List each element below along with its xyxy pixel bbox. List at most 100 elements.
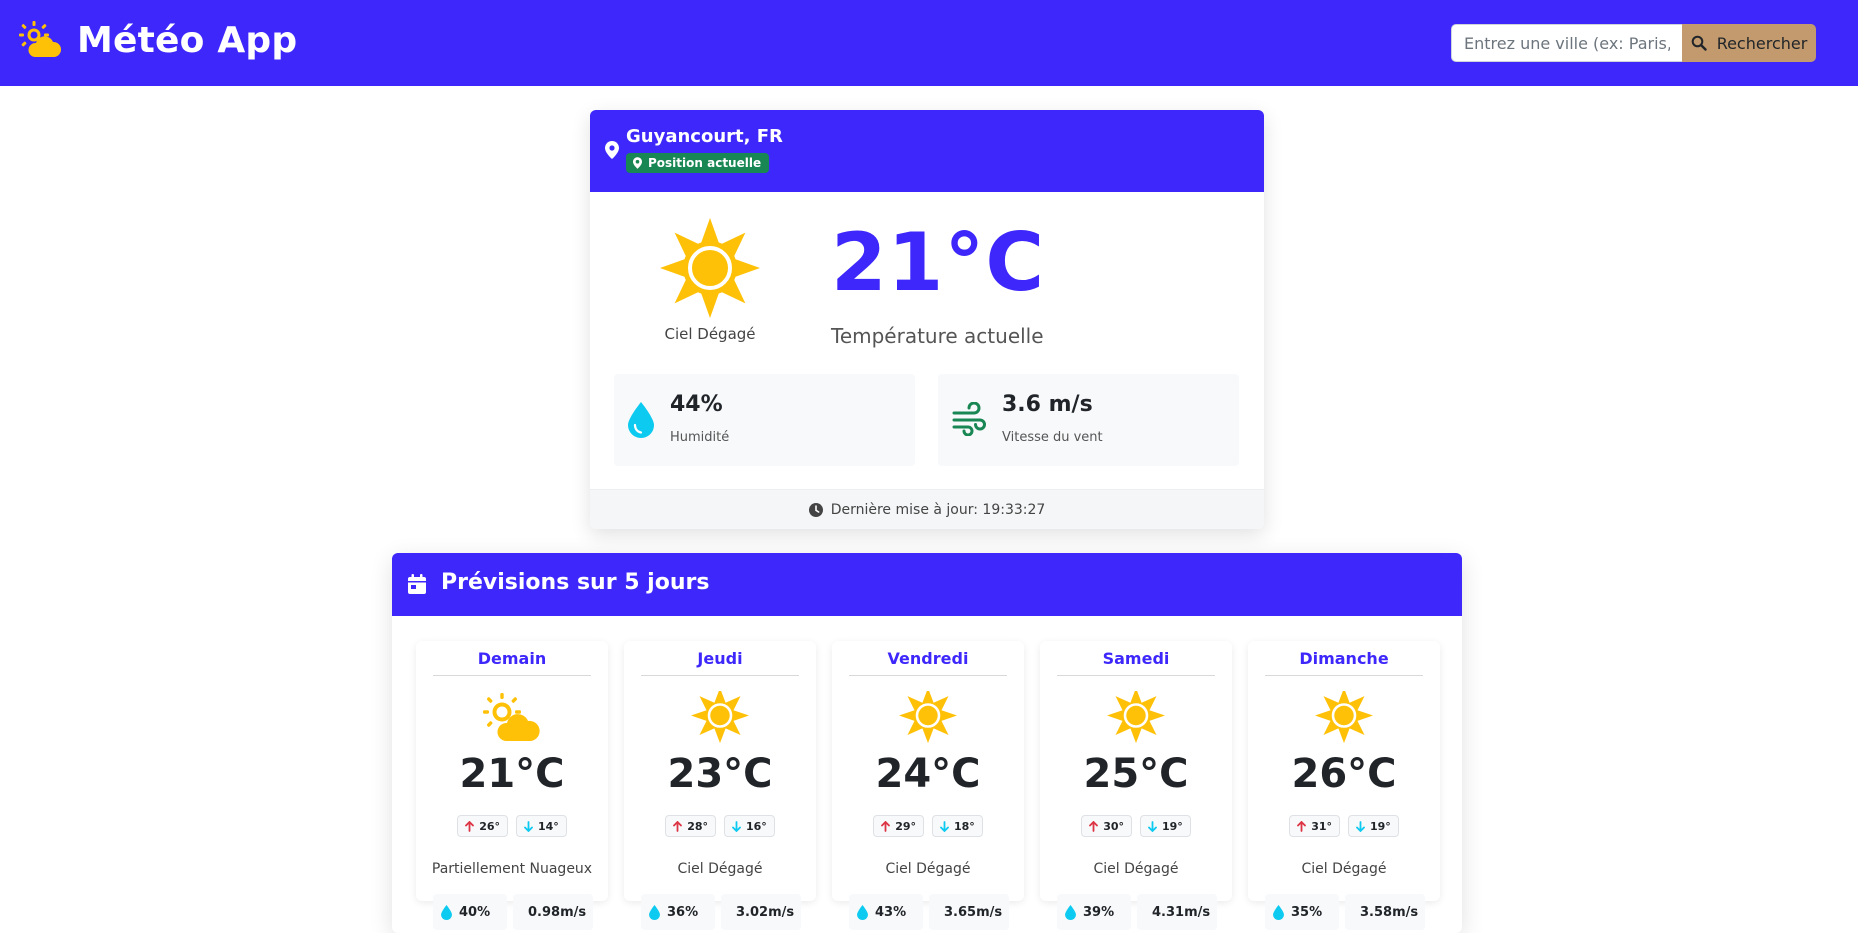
forecast-day-card: Demain 21°C 26° 14° Partiellement Nuageu… [416,641,608,930]
day-wind: 3.02m/s [721,894,801,930]
day-stats: 43% 3.65m/s [849,894,1009,930]
max-temp-badge: 31° [1289,815,1340,837]
day-humidity: 35% [1265,894,1339,930]
app-title: Météo App [77,20,298,61]
max-temp-badge: 28° [665,815,716,837]
badge-label: Position actuelle [648,156,762,170]
min-max: 26° 14° [416,815,608,837]
arrow-down-icon [1356,820,1365,832]
current-weather-header: Guyancourt, FR Position actuelle [590,110,1264,192]
location-pin-icon [605,141,619,159]
search-form: Rechercher [1451,24,1816,62]
min-max: 28° 16° [624,815,816,837]
day-humidity-value: 36% [667,904,699,920]
forecast-day-card: Dimanche 26°C 31° 19° Ciel Dégagé 35% 3.… [1248,641,1440,930]
partly-cloudy-icon [483,693,540,741]
current-temperature: 21°C [831,216,1046,309]
forecast-day-card: Jeudi 23°C 28° 16° Ciel Dégagé 36% 3.02m… [624,641,816,930]
navbar: Météo App Rechercher [0,0,1858,86]
day-wind-value: 0.98m/s [528,904,587,920]
wind-box: 3.6 m/s Vitesse du vent [938,374,1239,466]
day-name: Jeudi [641,649,799,676]
day-wind: 4.31m/s [1137,894,1217,930]
wind-label: Vitesse du vent [1002,430,1103,445]
day-humidity: 40% [433,894,507,930]
arrow-down-icon [732,820,741,832]
day-condition: Partiellement Nuageux [431,861,593,877]
max-temp-badge: 30° [1081,815,1132,837]
calendar-icon [408,574,426,594]
last-update-footer: Dernière mise à jour: 19:33:27 [590,489,1264,529]
water-drop-icon [628,402,654,438]
search-button[interactable]: Rechercher [1682,24,1816,62]
min-temp: 14° [538,819,559,833]
city-name: Guyancourt, FR [626,126,783,147]
current-weather-card: Guyancourt, FR Position actuelle Ciel Dé… [590,110,1264,529]
day-condition: Ciel Dégagé [1093,861,1179,877]
max-temp-badge: 26° [457,815,508,837]
sun-icon [660,218,760,318]
wind-value: 3.6 m/s [1002,392,1093,417]
day-wind-value: 4.31m/s [1152,904,1211,920]
day-name: Samedi [1057,649,1215,676]
min-temp: 16° [746,819,767,833]
day-temperature: 23°C [667,751,773,797]
location-pin-icon [633,157,642,169]
day-wind: 0.98m/s [513,894,593,930]
max-temp: 31° [1311,819,1332,833]
water-drop-icon [649,904,660,920]
min-temp: 18° [954,819,975,833]
forecast-day-card: Vendredi 24°C 29° 18° Ciel Dégagé 43% 3.… [832,641,1024,930]
day-temperature: 25°C [1083,751,1189,797]
day-humidity-value: 39% [1083,904,1115,920]
brand[interactable]: Météo App [19,20,297,61]
day-stats: 39% 4.31m/s [1057,894,1217,930]
water-drop-icon [1065,904,1076,920]
arrow-up-icon [881,820,891,832]
day-humidity: 36% [641,894,715,930]
water-drop-icon [441,904,452,920]
min-max: 30° 19° [1040,815,1232,837]
day-humidity: 39% [1057,894,1131,930]
day-condition: Ciel Dégagé [677,861,763,877]
min-temp-badge: 19° [1140,815,1191,837]
day-stats: 40% 0.98m/s [433,894,593,930]
min-temp-badge: 18° [932,815,983,837]
forecast-title: Prévisions sur 5 jours [441,570,710,595]
forecast-day-card: Samedi 25°C 30° 19° Ciel Dégagé 39% 4.31… [1040,641,1232,930]
last-update-text: Dernière mise à jour: 19:33:27 [830,501,1046,518]
day-temperature: 26°C [1291,751,1397,797]
search-button-label: Rechercher [1716,33,1808,53]
arrow-up-icon [1297,820,1307,832]
day-wind: 3.58m/s [1345,894,1425,930]
min-temp-badge: 14° [516,815,567,837]
max-temp: 26° [479,819,500,833]
day-humidity-value: 43% [875,904,907,920]
humidity-box: 44% Humidité [614,374,915,466]
max-temp: 28° [687,819,708,833]
sun-icon [899,691,957,743]
max-temp-badge: 29° [873,815,924,837]
current-position-badge: Position actuelle [626,153,770,173]
search-icon [1691,35,1707,51]
min-temp: 19° [1370,819,1391,833]
day-stats: 36% 3.02m/s [641,894,801,930]
day-name: Dimanche [1265,649,1423,676]
day-wind-value: 3.02m/s [736,904,795,920]
day-name: Demain [433,649,591,676]
min-temp-badge: 19° [1348,815,1399,837]
arrow-up-icon [465,820,475,832]
forecast-card: Prévisions sur 5 jours Demain 21°C 26° 1… [392,553,1462,933]
arrow-down-icon [940,820,949,832]
humidity-value: 44% [670,392,723,417]
forecast-header: Prévisions sur 5 jours [392,553,1462,616]
day-temperature: 24°C [875,751,981,797]
arrow-down-icon [524,820,533,832]
city-search-input[interactable] [1451,24,1682,62]
min-max: 29° 18° [832,815,1024,837]
min-max: 31° 19° [1248,815,1440,837]
day-condition: Ciel Dégagé [885,861,971,877]
arrow-up-icon [1089,820,1099,832]
max-temp: 29° [895,819,916,833]
sun-cloud-icon [19,20,62,57]
